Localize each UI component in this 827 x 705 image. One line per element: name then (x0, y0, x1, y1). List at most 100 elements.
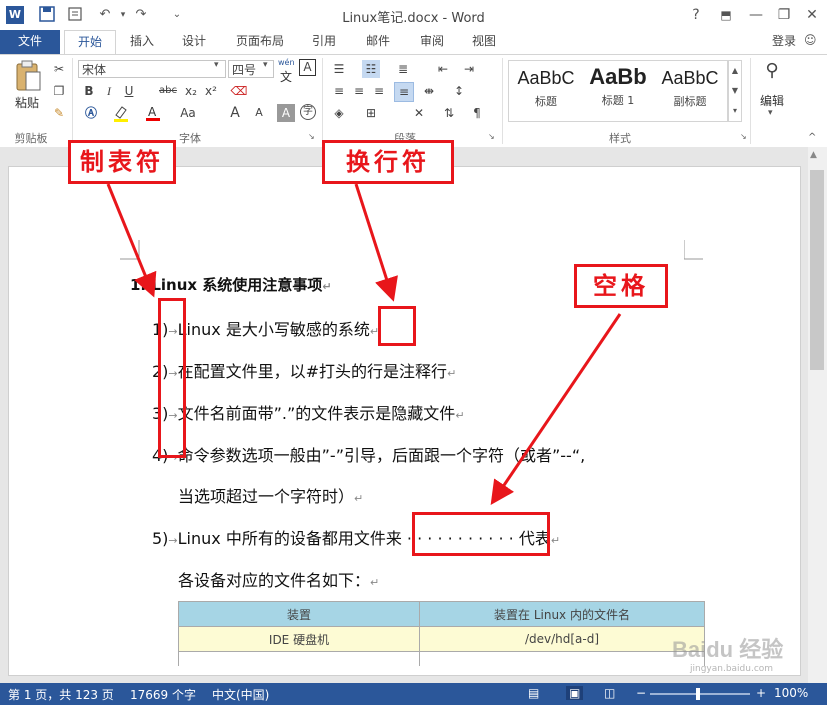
list-item[interactable]: 4)→命令参数选项一般由”-”引导，后面跟一个字符（或者”--“, (152, 442, 585, 466)
zoom-out-icon[interactable]: − (636, 686, 646, 700)
tab-mailings[interactable]: 邮件 (360, 30, 396, 54)
zoom-slider[interactable] (650, 693, 750, 695)
tab-view[interactable]: 视图 (466, 30, 502, 54)
numbering-icon[interactable]: ☷ (362, 60, 380, 78)
list-item-continuation[interactable]: 当选项超过一个字符时）↵ (178, 483, 363, 507)
bold-button[interactable]: B (80, 82, 98, 100)
font-name-combo[interactable]: 宋体 (78, 60, 226, 78)
styles-scroll-buttons[interactable]: ▲ ▼ ▾ (728, 60, 742, 122)
paste-button-label[interactable]: 粘贴 (12, 94, 42, 111)
decrease-indent-icon[interactable]: ⇤ (434, 60, 452, 78)
tab-file[interactable]: 文件 (0, 30, 60, 54)
device-table[interactable]: 装置 装置在 Linux 内的文件名 IDE 硬盘机 /dev/hd[a-d] (178, 601, 705, 666)
tab-page-layout[interactable]: 页面布局 (230, 30, 290, 54)
table-cell[interactable]: IDE 硬盘机 (178, 626, 420, 652)
table-header-cell[interactable]: 装置 (178, 601, 420, 627)
highlight-icon[interactable] (112, 104, 130, 122)
minimize-button[interactable]: — (744, 5, 768, 25)
shrink-font-icon[interactable]: A (250, 104, 268, 122)
list-item[interactable]: 2)→在配置文件里，以#打头的行是注释行↵ (152, 358, 456, 382)
language-indicator[interactable]: 中文(中国) (212, 686, 269, 703)
editing-button-label[interactable]: 编辑 (756, 92, 788, 109)
chevron-down-icon[interactable]: ▾ (263, 60, 268, 70)
style-title[interactable]: AaBbC 标题 (510, 62, 582, 114)
strikethrough-button[interactable]: abc (156, 82, 180, 100)
table-header-cell[interactable]: 装置在 Linux 内的文件名 (419, 601, 705, 627)
tab-home[interactable]: 开始 (64, 30, 116, 55)
read-mode-icon[interactable]: ▤ (528, 686, 539, 700)
character-shading-icon[interactable]: A (277, 104, 295, 122)
change-case-button[interactable]: Aa (176, 104, 200, 122)
crop-mark (120, 240, 140, 260)
list-item[interactable]: 3)→文件名前面带”.”的文件表示是隐藏文件↵ (152, 400, 465, 424)
phonetic-guide-char[interactable]: 文 (280, 68, 292, 85)
sort-icon[interactable]: ⇅ (440, 104, 458, 122)
superscript-button[interactable]: x² (202, 82, 220, 100)
justify-icon[interactable]: ≡ (394, 82, 414, 102)
zoom-in-icon[interactable]: + (756, 686, 766, 700)
table-cell[interactable]: /dev/hd[a-d] (419, 626, 705, 652)
item-text: 命令参数选项一般由”-”引导，后面跟一个字符（或者”--“, (177, 446, 586, 465)
table-cell[interactable] (178, 651, 420, 666)
help-button[interactable]: ? (684, 5, 708, 25)
clear-formatting-icon[interactable]: ⌫ (230, 82, 248, 100)
style-subtitle[interactable]: AaBbC 副标题 (654, 62, 726, 114)
binoculars-icon[interactable]: ⚲ (760, 60, 784, 84)
web-layout-icon[interactable]: ◫ (604, 686, 615, 700)
scroll-up-icon[interactable]: ▲ (810, 150, 817, 160)
sign-in-link[interactable]: 登录 (764, 30, 804, 54)
align-right-icon[interactable]: ≡ (370, 82, 388, 100)
table-cell[interactable] (419, 651, 705, 666)
show-formatting-marks-icon[interactable]: ¶ (468, 104, 486, 122)
dialog-launcher-icon[interactable]: ↘ (740, 132, 747, 141)
collapse-ribbon-icon[interactable]: ^ (808, 132, 816, 143)
scrollbar-thumb[interactable] (810, 170, 824, 370)
enclose-character-button[interactable]: A (299, 59, 316, 76)
chinese-layout-icon[interactable]: ✕ (410, 104, 428, 122)
tab-references[interactable]: 引用 (306, 30, 342, 54)
tab-insert[interactable]: 插入 (124, 30, 160, 54)
ribbon-display-options-button[interactable]: ⬒ (714, 5, 738, 25)
cut-icon[interactable]: ✂ (50, 60, 68, 78)
restore-button[interactable]: ❐ (772, 5, 796, 25)
chevron-down-icon[interactable]: ▾ (768, 108, 773, 118)
copy-icon[interactable]: ❐ (50, 82, 68, 100)
table-row: IDE 硬盘机 /dev/hd[a-d] (178, 626, 705, 652)
borders-icon[interactable]: ⊞ (362, 104, 380, 122)
paragraph-shading-icon[interactable]: ◈ (330, 104, 348, 122)
print-layout-icon[interactable]: ▣ (566, 686, 584, 700)
heading-line[interactable]: 1. Linux 系统使用注意事项↵ (130, 274, 332, 295)
text-effects-icon[interactable]: Ⓐ (82, 104, 100, 122)
grow-font-icon[interactable]: A (226, 104, 244, 122)
page-count[interactable]: 第 1 页，共 123 页 (8, 686, 114, 703)
phonetic-guide-pinyin[interactable]: wén (278, 58, 295, 67)
tab-review[interactable]: 审阅 (414, 30, 450, 54)
close-button[interactable]: ✕ (800, 5, 824, 25)
style-heading-1[interactable]: AaBb 标题 1 (582, 62, 654, 114)
tab-design[interactable]: 设计 (176, 30, 212, 54)
font-color-icon[interactable]: A (144, 104, 162, 122)
list-item-continuation[interactable]: 各设备对应的文件名如下：↵ (178, 567, 379, 591)
increase-indent-icon[interactable]: ⇥ (460, 60, 478, 78)
italic-button[interactable]: I (100, 82, 118, 100)
zoom-level[interactable]: 100% (774, 686, 808, 700)
bullets-icon[interactable]: ☰ (330, 60, 348, 78)
dialog-launcher-icon[interactable]: ↘ (488, 132, 495, 141)
subscript-button[interactable]: x₂ (182, 82, 200, 100)
chevron-down-icon[interactable]: ▾ (214, 60, 219, 70)
underline-button[interactable]: U (120, 82, 138, 100)
zoom-slider-thumb[interactable] (696, 688, 700, 700)
line-spacing-icon[interactable]: ↕ (450, 82, 468, 100)
align-center-icon[interactable]: ≡ (350, 82, 368, 100)
user-avatar-icon[interactable]: ☺ (804, 33, 822, 51)
list-item[interactable]: 1)→Linux 是大小写敏感的系统↵ (152, 316, 379, 340)
multilevel-list-icon[interactable]: ≣ (394, 60, 412, 78)
format-painter-icon[interactable]: ✎ (50, 104, 68, 122)
paste-icon[interactable] (12, 60, 42, 92)
align-left-icon[interactable]: ≡ (330, 82, 348, 100)
word-count[interactable]: 17669 个字 (130, 686, 196, 703)
dialog-launcher-icon[interactable]: ↘ (308, 132, 315, 141)
distributed-icon[interactable]: ⇼ (420, 82, 438, 100)
enclose-characters-icon[interactable]: 字 (300, 104, 316, 120)
ribbon-separator (750, 58, 751, 144)
